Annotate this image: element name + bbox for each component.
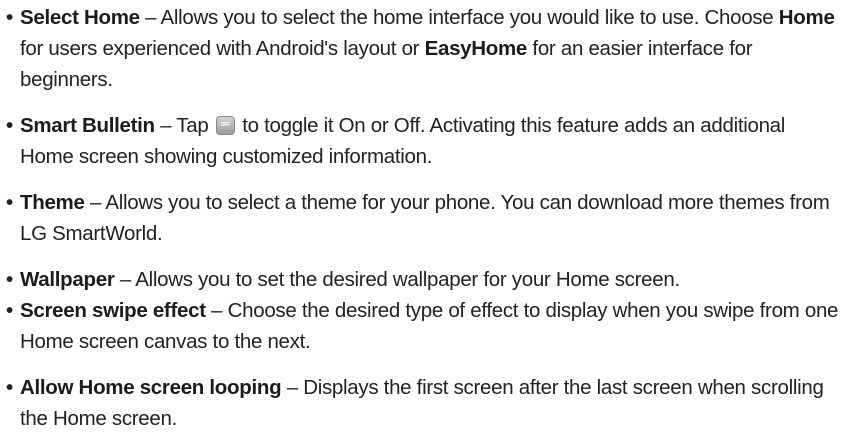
term-screen-swipe-effect: Screen swipe effect bbox=[20, 299, 206, 322]
bullet: • bbox=[6, 114, 13, 137]
description-text: – Allows you to set the desired wallpape… bbox=[114, 268, 680, 291]
list-item-text: Smart Bulletin – Tap OFF to toggle it On… bbox=[4, 110, 840, 172]
list-item-select-home: • Select Home – Allows you to select the… bbox=[4, 2, 840, 95]
bullet: • bbox=[6, 191, 13, 214]
term-theme: Theme bbox=[20, 191, 85, 214]
bullet: • bbox=[6, 268, 13, 291]
term-smart-bulletin: Smart Bulletin bbox=[20, 114, 155, 137]
list-item-home-screen-looping: • Allow Home screen looping – Displays t… bbox=[4, 372, 840, 434]
description-text: – Allows you to select the home interfac… bbox=[139, 6, 779, 29]
bullet: • bbox=[6, 376, 13, 399]
bold-easyhome: EasyHome bbox=[424, 37, 528, 60]
list-item-text: Theme – Allows you to select a theme for… bbox=[4, 187, 840, 249]
settings-description-list: • Select Home – Allows you to select the… bbox=[0, 0, 847, 440]
term-select-home: Select Home bbox=[20, 6, 140, 29]
list-item-wallpaper: • Wallpaper – Allows you to set the desi… bbox=[4, 264, 840, 295]
list-item-text: Wallpaper – Allows you to set the desire… bbox=[4, 264, 840, 295]
list-item-text: Select Home – Allows you to select the h… bbox=[4, 2, 840, 95]
description-text: for users experienced with Android's lay… bbox=[20, 37, 425, 60]
term-wallpaper: Wallpaper bbox=[20, 268, 115, 291]
bullet: • bbox=[6, 299, 13, 322]
toggle-off-icon: OFF bbox=[215, 116, 235, 136]
bullet: • bbox=[6, 6, 13, 29]
description-text: – Tap bbox=[154, 114, 214, 137]
list-item-text: Screen swipe effect – Choose the desired… bbox=[4, 295, 840, 357]
description-text: – Allows you to select a theme for your … bbox=[20, 191, 830, 245]
list-item-smart-bulletin: • Smart Bulletin – Tap OFF to toggle it … bbox=[4, 110, 840, 172]
term-allow-home-screen-looping: Allow Home screen looping bbox=[20, 376, 282, 399]
list-item-theme: • Theme – Allows you to select a theme f… bbox=[4, 187, 840, 249]
list-item-screen-swipe-effect: • Screen swipe effect – Choose the desir… bbox=[4, 295, 840, 357]
bold-home: Home bbox=[778, 6, 835, 29]
list-item-text: Allow Home screen looping – Displays the… bbox=[4, 372, 840, 434]
